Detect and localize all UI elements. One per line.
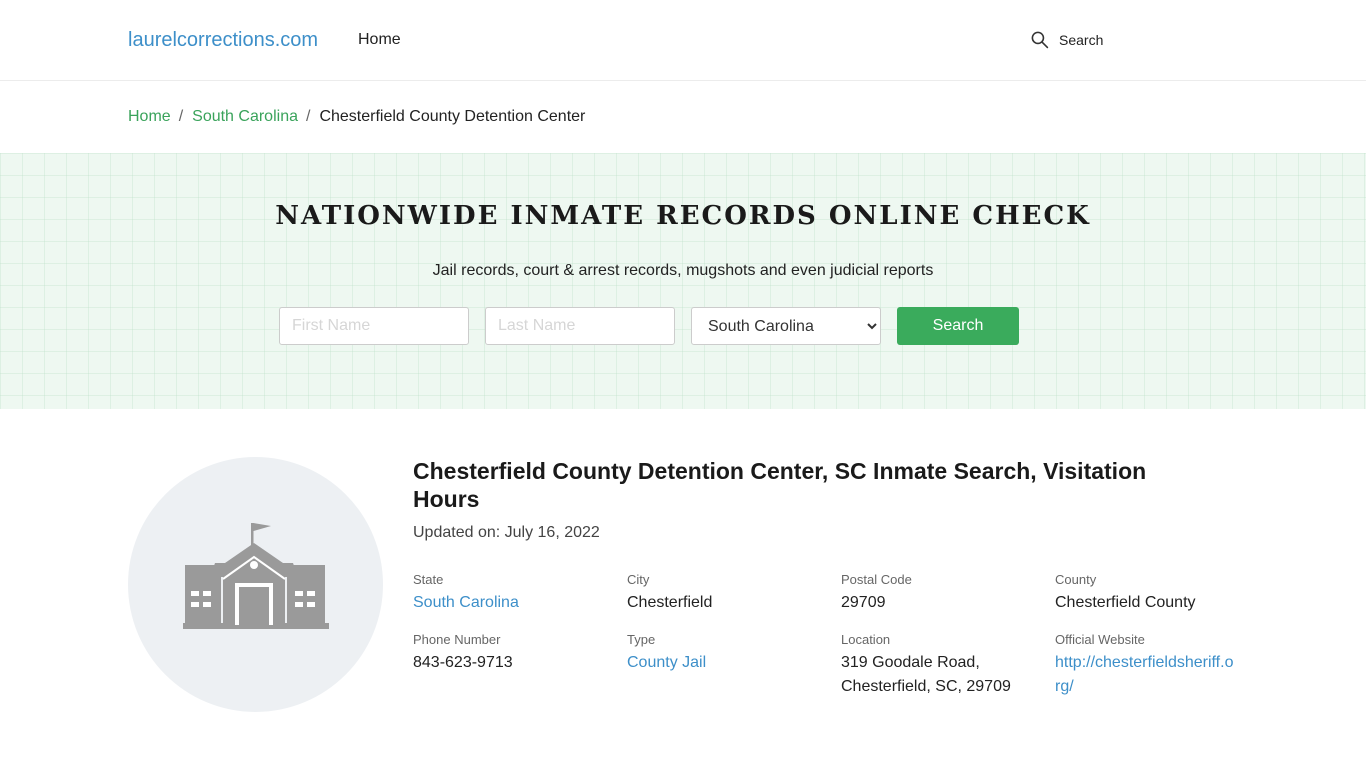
location-line-2: Chesterfield, SC, 29709 bbox=[841, 678, 1011, 695]
info-city: City Chesterfield bbox=[627, 572, 712, 615]
breadcrumb-separator: / bbox=[178, 108, 184, 125]
state-link[interactable]: South Carolina bbox=[413, 591, 519, 615]
county-value: Chesterfield County bbox=[1055, 594, 1196, 611]
phone-value: 843-623-9713 bbox=[413, 654, 513, 671]
nav-home-link[interactable]: Home bbox=[358, 31, 401, 49]
inmate-search-hero: NATIONWIDE INMATE RECORDS ONLINE CHECK J… bbox=[0, 153, 1366, 409]
info-county: County Chesterfield County bbox=[1055, 572, 1196, 615]
website-link[interactable]: http://chesterfieldsheriff.o rg/ bbox=[1055, 651, 1235, 699]
info-postal-code: Postal Code 29709 bbox=[841, 572, 912, 615]
first-name-input[interactable] bbox=[279, 307, 469, 345]
website-line-1: http://chesterfieldsheriff.o bbox=[1055, 654, 1234, 671]
city-label: City bbox=[627, 572, 650, 587]
breadcrumb-current: Chesterfield County Detention Center bbox=[319, 108, 586, 125]
state-label: State bbox=[413, 572, 444, 587]
type-link[interactable]: County Jail bbox=[627, 651, 706, 675]
info-state: State South Carolina bbox=[413, 572, 519, 615]
location-label: Location bbox=[841, 632, 891, 647]
building-icon bbox=[183, 523, 329, 629]
hero-subtitle: Jail records, court & arrest records, mu… bbox=[432, 262, 934, 279]
city-value: Chesterfield bbox=[627, 594, 713, 611]
search-icon bbox=[1031, 31, 1049, 49]
breadcrumb-state[interactable]: South Carolina bbox=[192, 108, 298, 126]
breadcrumb-separator: / bbox=[305, 108, 311, 125]
facility-image bbox=[128, 457, 383, 712]
type-label: Type bbox=[627, 632, 656, 647]
county-label: County bbox=[1055, 572, 1097, 587]
site-header: laurelcorrections.com Home Search bbox=[0, 0, 1366, 81]
info-location: Location 319 Goodale Road, Chesterfield,… bbox=[841, 632, 1021, 699]
location-value: 319 Goodale Road, Chesterfield, SC, 2970… bbox=[841, 651, 1021, 699]
header-search-button[interactable]: Search bbox=[1030, 30, 1103, 49]
location-line-1: 319 Goodale Road, bbox=[841, 654, 980, 671]
updated-date: Updated on: July 16, 2022 bbox=[413, 524, 600, 541]
postal-code-value: 29709 bbox=[841, 594, 886, 611]
site-logo[interactable]: laurelcorrections.com bbox=[128, 29, 318, 52]
website-label: Official Website bbox=[1055, 632, 1145, 647]
search-button[interactable]: Search bbox=[897, 307, 1019, 345]
header-search-label: Search bbox=[1059, 31, 1104, 48]
info-phone: Phone Number 843-623-9713 bbox=[413, 632, 513, 675]
info-type: Type County Jail bbox=[627, 632, 706, 675]
phone-label: Phone Number bbox=[413, 632, 501, 647]
breadcrumb-home[interactable]: Home bbox=[128, 108, 171, 126]
hero-title: NATIONWIDE INMATE RECORDS ONLINE CHECK bbox=[275, 201, 1091, 231]
info-website: Official Website http://chesterfieldsher… bbox=[1055, 632, 1235, 699]
state-select[interactable]: South Carolina bbox=[691, 307, 881, 345]
page-title: Chesterfield County Detention Center, SC… bbox=[413, 458, 1147, 512]
last-name-input[interactable] bbox=[485, 307, 675, 345]
breadcrumb: Home / South Carolina / Chesterfield Cou… bbox=[128, 108, 585, 126]
website-line-2: rg/ bbox=[1055, 678, 1074, 695]
postal-code-label: Postal Code bbox=[841, 572, 912, 587]
